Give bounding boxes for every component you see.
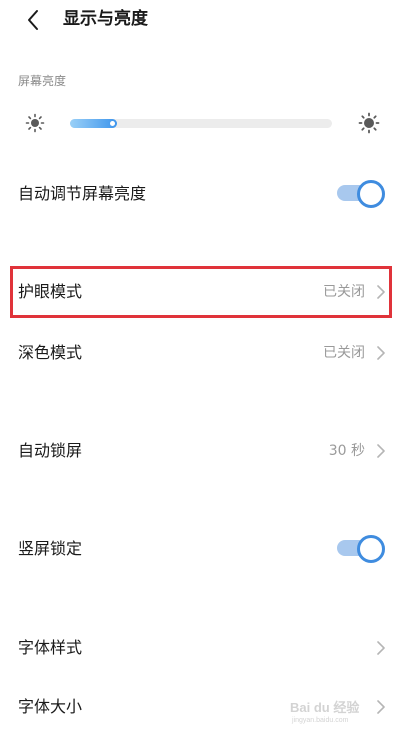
- brightness-section-label: 屏幕亮度: [18, 74, 67, 88]
- chevron-right-icon: [377, 641, 385, 655]
- brightness-slider-handle[interactable]: [110, 121, 115, 126]
- auto-lock-row[interactable]: 自动锁屏 30 秒: [0, 429, 403, 473]
- watermark-subtext: jingyan.baidu.com: [291, 717, 349, 724]
- toggle-thumb: [357, 535, 385, 563]
- sun-small-icon: [25, 113, 45, 133]
- portrait-lock-row[interactable]: 竖屏锁定: [0, 527, 403, 571]
- dark-mode-status: 已关闭: [323, 345, 365, 361]
- watermark-text: Bai du 经验: [290, 700, 360, 715]
- chevron-right-icon: [377, 346, 385, 360]
- eye-protection-status: 已关闭: [323, 284, 365, 300]
- auto-lock-label: 自动锁屏: [18, 441, 83, 460]
- dark-mode-row[interactable]: 深色模式 已关闭: [0, 331, 403, 375]
- chevron-right-icon: [377, 285, 385, 299]
- page-title: 显示与亮度: [63, 9, 148, 29]
- back-button[interactable]: [22, 8, 46, 32]
- toggle-thumb: [357, 180, 385, 208]
- eye-protection-label: 护眼模式: [18, 282, 83, 301]
- chevron-left-icon: [28, 10, 38, 30]
- chevron-right-icon: [377, 444, 385, 458]
- font-size-label: 字体大小: [18, 697, 83, 716]
- dark-mode-label: 深色模式: [18, 343, 83, 362]
- baidu-jingyan-watermark: Bai du 经验 jingyan.baidu.com: [290, 700, 360, 724]
- brightness-slider[interactable]: [70, 119, 332, 128]
- auto-brightness-row[interactable]: 自动调节屏幕亮度: [0, 172, 403, 216]
- auto-brightness-toggle[interactable]: [337, 179, 385, 208]
- portrait-lock-toggle[interactable]: [337, 534, 385, 563]
- font-style-label: 字体样式: [18, 638, 83, 657]
- sun-large-icon: [358, 112, 380, 134]
- portrait-lock-label: 竖屏锁定: [18, 539, 83, 558]
- header-bar: 显示与亮度: [0, 0, 403, 40]
- eye-protection-row[interactable]: 护眼模式 已关闭: [0, 270, 403, 314]
- auto-brightness-label: 自动调节屏幕亮度: [18, 184, 147, 203]
- auto-lock-value: 30 秒: [328, 443, 365, 459]
- font-style-row[interactable]: 字体样式: [0, 626, 403, 670]
